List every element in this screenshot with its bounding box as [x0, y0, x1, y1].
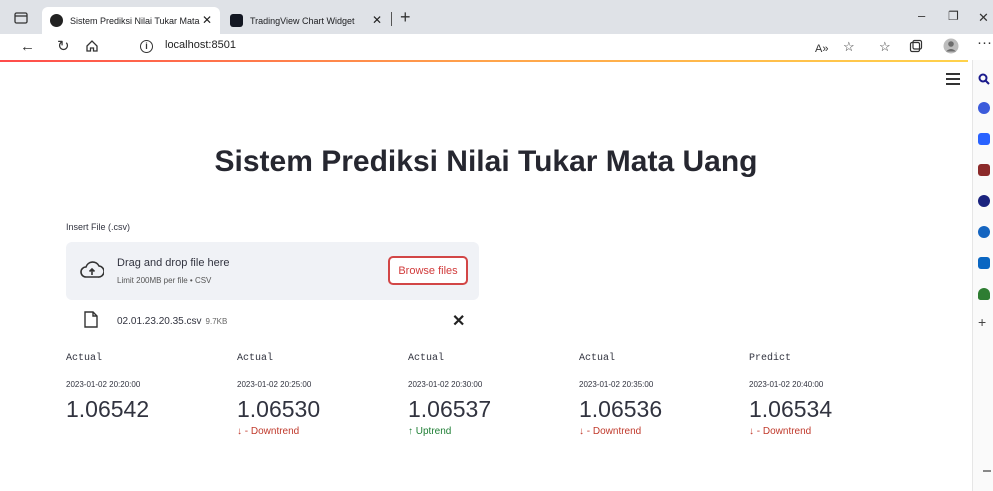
metric-card: Actual 2023-01-02 20:25:00 1.06530 ↓ - D…: [237, 350, 402, 437]
metric-card: Actual 2023-01-02 20:20:00 1.06542: [66, 350, 231, 422]
file-icon: [84, 311, 98, 333]
metric-value: 1.06542: [66, 396, 150, 422]
metric-card-predict: Predict 2023-01-02 20:40:00 1.06534 ↓ - …: [749, 350, 914, 437]
file-dropzone[interactable]: Drag and drop file here Limit 200MB per …: [66, 242, 479, 300]
dropzone-limit: Limit 200MB per file • CSV: [117, 276, 212, 285]
refresh-icon[interactable]: ↻: [57, 38, 70, 56]
copilot-icon[interactable]: [978, 102, 990, 114]
tab-title: Sistem Prediksi Nilai Tukar Mata: [70, 15, 200, 26]
home-icon[interactable]: [85, 39, 99, 58]
metric-label: Actual: [408, 353, 445, 364]
metric-value: 1.06530: [237, 396, 321, 422]
metric-trend-down: ↓ - Downtrend: [579, 426, 642, 437]
metric-value: 1.06537: [408, 396, 492, 422]
metric-card: Actual 2023-01-02 20:30:00 1.06537 ↑ Upt…: [408, 350, 573, 437]
outlook-icon[interactable]: [978, 257, 990, 269]
main-menu-icon[interactable]: [946, 73, 960, 88]
tab-tradingview[interactable]: TradingView Chart Widget ✕: [222, 7, 390, 34]
metric-timestamp: 2023-01-02 20:20:00: [66, 380, 141, 389]
read-aloud-icon[interactable]: A»: [815, 40, 828, 58]
more-options-icon[interactable]: ···: [977, 34, 992, 52]
uploader-label: Insert File (.csv): [66, 222, 131, 232]
metric-trend-up: ↑ Uptrend: [408, 426, 452, 437]
new-tab-icon[interactable]: +: [400, 8, 411, 26]
back-arrow-icon[interactable]: ←: [20, 38, 35, 56]
cloud-upload-icon: [80, 260, 105, 285]
browse-files-button[interactable]: Browse files: [388, 256, 468, 285]
metric-value: 1.06536: [579, 396, 663, 422]
page-title: Sistem Prediksi Nilai Tukar Mata Uang: [214, 145, 758, 178]
page-progress-bar: [0, 60, 968, 62]
metric-timestamp: 2023-01-02 20:25:00: [237, 380, 312, 389]
tab-bar: Sistem Prediksi Nilai Tukar Mata ✕ Tradi…: [0, 0, 993, 34]
tradingview-favicon-icon: [230, 14, 243, 27]
browser-window: Sistem Prediksi Nilai Tukar Mata ✕ Tradi…: [0, 0, 993, 491]
search-icon[interactable]: [978, 72, 990, 85]
metric-label: Actual: [66, 353, 103, 364]
dropzone-instructions: Drag and drop file here: [117, 257, 230, 269]
metric-label: Predict: [749, 353, 792, 364]
file-name: 02.01.23.20.35.csv 9.7KB: [117, 316, 227, 327]
add-sidebar-icon[interactable]: +: [978, 315, 990, 329]
shopping-tag-icon[interactable]: [978, 133, 990, 145]
file-name-text: 02.01.23.20.35.csv: [117, 316, 202, 327]
metric-label: Actual: [237, 353, 274, 364]
metric-label: Actual: [579, 353, 616, 364]
close-window-icon[interactable]: ✕: [978, 10, 989, 26]
remove-file-icon[interactable]: ✕: [452, 311, 465, 331]
tools-icon[interactable]: [978, 164, 990, 176]
browser-sidebar: +: [972, 60, 993, 491]
tab-sistem-prediksi[interactable]: Sistem Prediksi Nilai Tukar Mata ✕: [42, 7, 220, 34]
office-icon[interactable]: [978, 226, 990, 238]
metric-trend-down: ↓ - Downtrend: [237, 426, 300, 437]
metric-value: 1.06534: [749, 396, 833, 422]
metric-timestamp: 2023-01-02 20:30:00: [408, 380, 483, 389]
favorites-icon[interactable]: ☆: [879, 38, 891, 56]
metric-timestamp: 2023-01-02 20:40:00: [749, 380, 824, 389]
metric-trend-down: ↓ - Downtrend: [749, 426, 812, 437]
site-info-icon[interactable]: i: [140, 40, 153, 53]
file-size: 9.7KB: [205, 317, 228, 326]
scrollbar-thumb[interactable]: [983, 470, 991, 472]
games-icon[interactable]: [978, 195, 990, 207]
metric-timestamp: 2023-01-02 20:35:00: [579, 380, 654, 389]
metric-card: Actual 2023-01-02 20:35:00 1.06536 ↓ - D…: [579, 350, 744, 437]
tab-actions-icon[interactable]: [14, 11, 28, 24]
tab-separator: [391, 12, 392, 26]
tab-close-icon[interactable]: ✕: [372, 14, 382, 26]
address-bar-url[interactable]: localhost:8501: [165, 39, 236, 51]
tab-close-icon[interactable]: ✕: [202, 14, 212, 26]
collections-icon[interactable]: [909, 39, 923, 58]
address-toolbar: ← ↻ i localhost:8501 A» ☆ ☆ ···: [0, 34, 993, 60]
favorite-add-icon[interactable]: ☆: [843, 38, 855, 56]
uploaded-file-row: 02.01.23.20.35.csv 9.7KB ✕: [66, 308, 479, 334]
tab-title: TradingView Chart Widget: [250, 15, 355, 26]
profile-avatar-icon[interactable]: [943, 38, 959, 59]
restore-icon[interactable]: ❐: [948, 9, 959, 23]
streamlit-favicon-icon: [50, 14, 63, 27]
minimize-icon[interactable]: –: [918, 8, 925, 23]
drop-icon[interactable]: [978, 288, 990, 300]
